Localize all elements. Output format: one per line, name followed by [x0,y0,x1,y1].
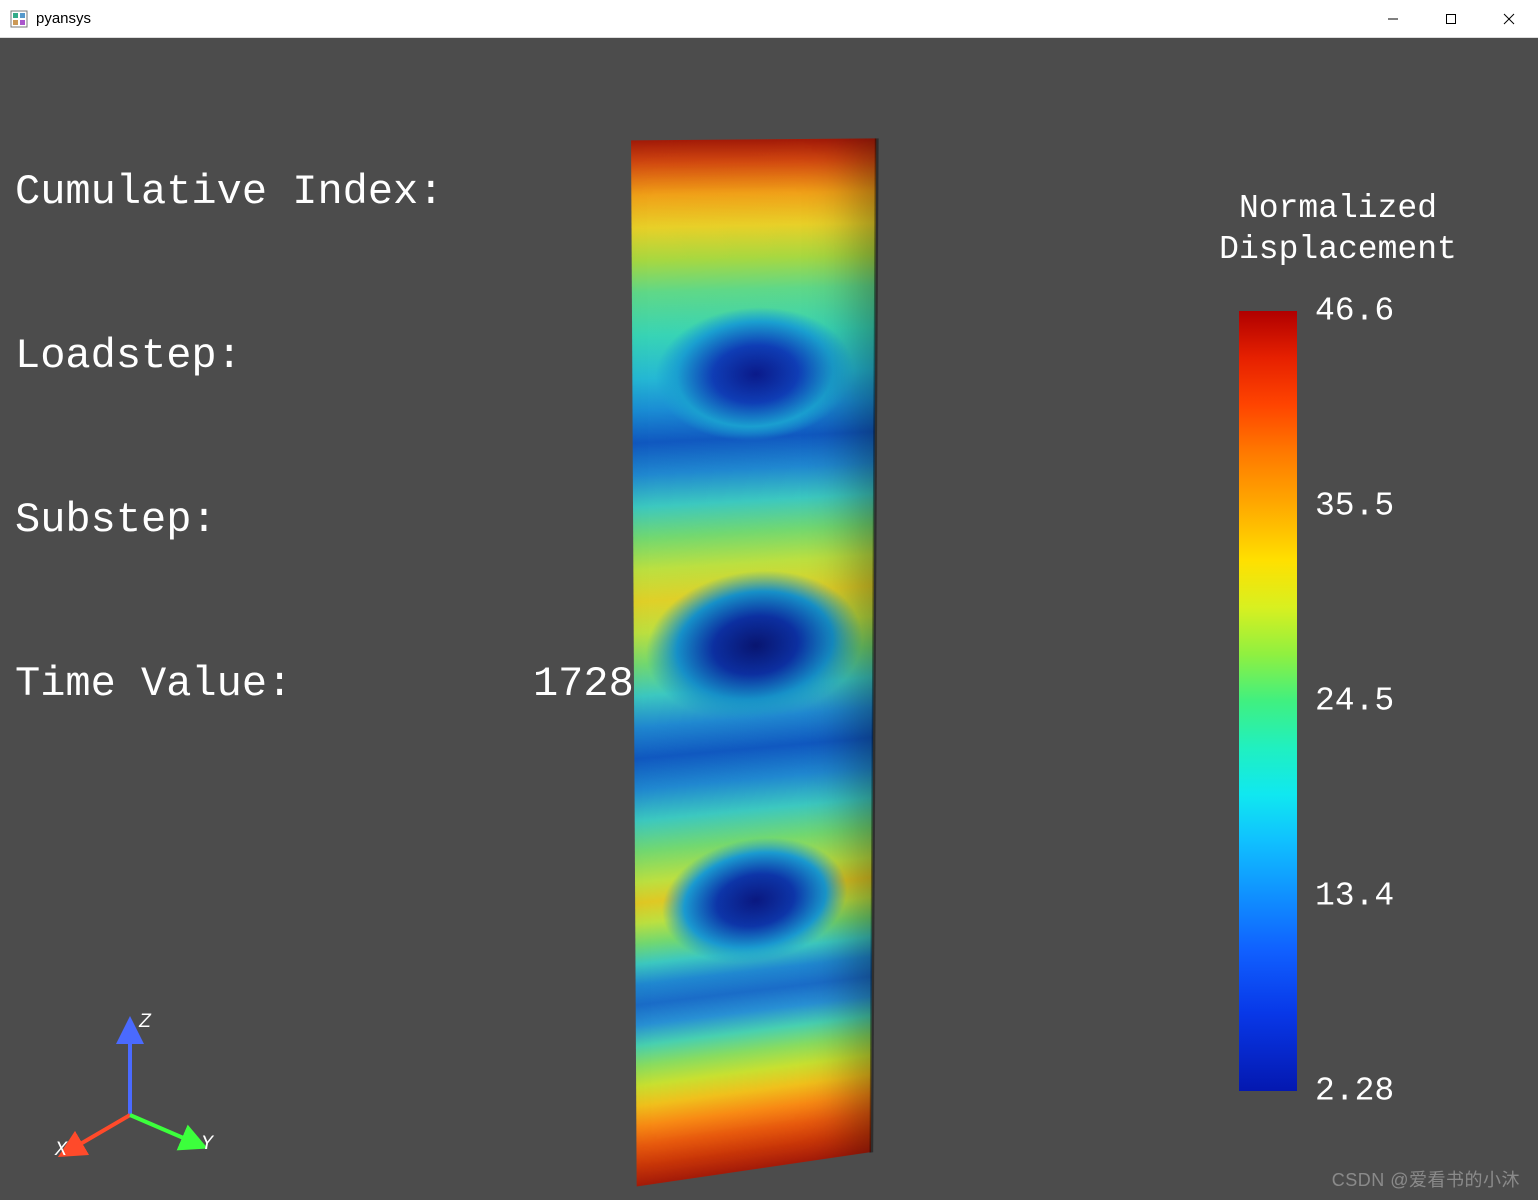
info-label: Time Value: [15,657,455,712]
watermark: CSDN @爱看书的小沐 [1332,1166,1520,1192]
scalar-bar-title-line: Normalized [1239,190,1437,227]
render-viewport[interactable]: Cumulative Index:5 Loadstep:1 Substep:5 … [0,38,1538,1200]
axis-x [70,1115,130,1150]
scalar-bar-title: Normalized Displacement [1219,188,1457,271]
axis-label-x: X [54,1139,68,1162]
scalar-bar-ticks: 46.6 35.5 24.5 13.4 2.28 [1297,311,1437,1091]
close-button[interactable] [1480,0,1538,37]
beam-front-face [631,138,876,1186]
axis-triad[interactable]: Z X Y [35,1005,215,1165]
scalar-tick: 24.5 [1315,682,1394,719]
axis-label-y: Y [201,1133,215,1156]
minimize-button[interactable] [1364,0,1422,37]
titlebar: pyansys [0,0,1538,38]
maximize-button[interactable] [1422,0,1480,37]
mesh-beam [560,128,950,1148]
scalar-tick: 46.6 [1315,292,1394,329]
scalar-bar-gradient [1239,311,1297,1091]
scalar-bar-title-line: Displacement [1219,231,1457,268]
axis-label-z: Z [138,1011,152,1034]
axis-y [130,1115,195,1143]
scalar-tick: 35.5 [1315,487,1394,524]
info-label: Substep: [15,493,455,548]
window-controls [1364,0,1538,37]
scalar-tick: 13.4 [1315,877,1394,914]
info-label: Cumulative Index: [15,165,455,220]
app-icon [10,10,28,28]
scalar-bar: Normalized Displacement 46.6 35.5 24.5 1… [1198,188,1478,1091]
beam-top-face [549,131,837,137]
info-label: Loadstep: [15,329,455,384]
scalar-tick: 2.28 [1315,1072,1394,1109]
window-title: pyansys [36,10,91,27]
